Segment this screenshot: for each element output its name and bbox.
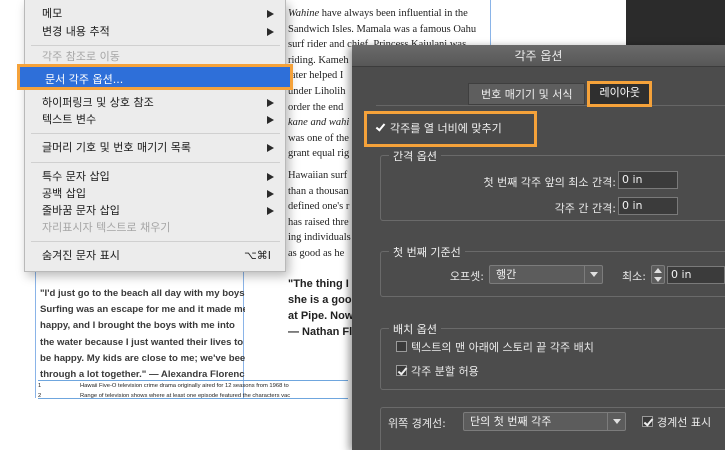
body-line: Wahine have always been influential in t… (288, 6, 498, 22)
menu-item-label: 하이퍼링크 및 상호 참조 (42, 96, 154, 109)
menu-item-insert-white-space[interactable]: 공백 삽입 (25, 185, 285, 203)
menu-item-label: 문서 각주 옵션... (45, 73, 124, 86)
menu-item-label: 각주 참조로 이동 (42, 50, 120, 63)
fit-to-column-label: 각주를 열 너비에 맞추기 (390, 122, 502, 135)
submenu-arrow-icon (267, 207, 274, 215)
tab-numbering-formatting[interactable]: 번호 매기기 및 서식 (468, 83, 586, 105)
footnotes: 1 Hawaii Five-O television crime drama o… (38, 381, 368, 401)
min-label: 최소: (622, 270, 646, 283)
group-legend: 간격 옵션 (389, 148, 441, 164)
menu-item-label: 숨겨진 문자 표시 (42, 249, 120, 262)
min-space-before-field[interactable]: 0 in (618, 171, 678, 189)
chevron-down-icon (584, 266, 602, 283)
footnote: 2 Range of television shows where at lea… (38, 391, 368, 401)
screen: Wahine have always been influential in t… (0, 0, 725, 450)
menu-separator (31, 45, 280, 46)
keyboard-shortcut: ⌥⌘I (244, 249, 271, 262)
group-legend: 배치 옵션 (389, 321, 441, 337)
offset-label: 오프셋: (449, 270, 484, 283)
footnote-text: Hawaii Five-O television crime drama ori… (80, 383, 289, 389)
body-line: Sandwich Isles. Mamala was a famous Oahu (288, 23, 477, 35)
dialog-title: 각주 옵션 (352, 45, 725, 67)
end-story-footnotes-label: 텍스트의 맨 아래에 스토리 끝 각주 배치 (411, 341, 594, 354)
chevron-down-icon (607, 413, 625, 430)
menu-item-fill-placeholder-text: 자리표시자 텍스트로 채우기 (25, 219, 285, 237)
rule-type-select-value: 단의 첫 번째 각주 (470, 415, 552, 428)
submenu-arrow-icon (267, 190, 274, 198)
menu-item-track-changes[interactable]: 변경 내용 추적 (25, 23, 285, 41)
menu-item-label: 변경 내용 추적 (42, 25, 110, 38)
offset-select[interactable]: 행간 (489, 265, 603, 284)
rule-on-checkbox[interactable]: 경계선 표시 (642, 414, 711, 430)
menu-item-show-hidden-characters[interactable]: 숨겨진 문자 표시 ⌥⌘I (25, 247, 285, 265)
min-field[interactable]: 0 in (667, 266, 725, 284)
min-space-before-label: 첫 번째 각주 앞의 최소 간격: (483, 176, 616, 189)
end-story-footnotes-checkbox[interactable]: 텍스트의 맨 아래에 스토리 끝 각주 배치 (396, 339, 594, 355)
checkmark-icon (375, 122, 386, 133)
quote-line: be happy. My kids are close to me; we've… (40, 352, 245, 364)
quote-line: the water because I just wanted their li… (40, 336, 244, 348)
quote-line: happy, and I brought the boys with me in… (40, 320, 235, 332)
footnote-options-dialog: 각주 옵션 번호 매기기 및 서식 레이아웃 각주를 열 너비에 맞추기 간격 … (352, 45, 725, 450)
footnote: 1 Hawaii Five-O television crime drama o… (38, 381, 368, 391)
fit-to-column-checkbox[interactable]: 각주를 열 너비에 맞추기 (364, 111, 537, 147)
footnote-text: Range of television shows where at least… (80, 393, 291, 399)
footnote-number: 2 (38, 393, 42, 399)
rule-on-label: 경계선 표시 (657, 416, 712, 429)
italic-word: Wahine (288, 8, 320, 19)
rule-above-label: 위쪽 경계선: (388, 417, 446, 430)
menu-item-label: 줄바꿈 문자 삽입 (42, 204, 120, 217)
menu-separator (31, 241, 280, 242)
menu-item-label: 공백 삽입 (42, 187, 86, 200)
menu-item-insert-break-character[interactable]: 줄바꿈 문자 삽입 (25, 202, 285, 220)
menu-item-label: 텍스트 변수 (42, 113, 97, 126)
group-legend: 첫 번째 기준선 (389, 244, 465, 260)
submenu-arrow-icon (267, 10, 274, 18)
offset-select-value: 행간 (496, 268, 517, 281)
menu-separator (31, 133, 280, 134)
tab-bar: 번호 매기기 및 서식 레이아웃 (468, 81, 652, 107)
tab-layout[interactable]: 레이아웃 (587, 81, 652, 107)
min-stepper[interactable] (651, 265, 665, 284)
submenu-arrow-icon (267, 99, 274, 107)
placement-options-group: 배치 옵션 (380, 321, 725, 390)
menu-item-label: 자리표시자 텍스트로 채우기 (42, 221, 171, 234)
submenu-arrow-icon (267, 173, 274, 181)
left-quote-column: "I'd just go to the beach all day with m… (40, 286, 245, 383)
quote-line: "I'd just go to the beach all day with m… (40, 288, 245, 299)
menu-item-text-variables[interactable]: 텍스트 변수 (25, 111, 285, 129)
text-frame-edge (35, 270, 36, 398)
quote-line: Surfing was an escape for me and it made… (40, 304, 245, 316)
menu-item-hyperlinks[interactable]: 하이퍼링크 및 상호 참조 (25, 94, 285, 112)
menu-item-document-footnote-options[interactable]: 문서 각주 옵션... (17, 64, 293, 90)
type-menu: 메모 변경 내용 추적 각주 참조로 이동 문서 각주 옵션... 하이퍼링크 … (17, 0, 293, 272)
checkbox-box (396, 341, 407, 352)
submenu-arrow-icon (267, 116, 274, 124)
menu-item-label: 글머리 기호 및 번호 매기기 목록 (42, 141, 192, 154)
menu-item-bullets-numbering[interactable]: 글머리 기호 및 번호 매기기 목록 (25, 139, 285, 157)
menu-item-label: 특수 문자 삽입 (42, 170, 110, 183)
rule-type-select[interactable]: 단의 첫 번째 각주 (463, 412, 626, 431)
menu-item-insert-special-character[interactable]: 특수 문자 삽입 (25, 168, 285, 186)
allow-split-footnotes-checkbox[interactable]: 각주 분할 허용 (396, 363, 479, 379)
menu-separator (31, 162, 280, 163)
body-line-rest: have always been influential in the (319, 8, 468, 19)
space-between-label: 각주 간 간격: (554, 202, 616, 215)
submenu-arrow-icon (267, 144, 274, 152)
checkmark-icon (396, 365, 407, 376)
space-between-field[interactable]: 0 in (618, 197, 678, 215)
submenu-arrow-icon (267, 28, 274, 36)
checkmark-icon (642, 416, 653, 427)
allow-split-footnotes-label: 각주 분할 허용 (411, 365, 479, 378)
menu-item-notes[interactable]: 메모 (25, 5, 285, 23)
menu-item-label: 메모 (42, 7, 63, 20)
footnote-number: 1 (38, 383, 42, 389)
